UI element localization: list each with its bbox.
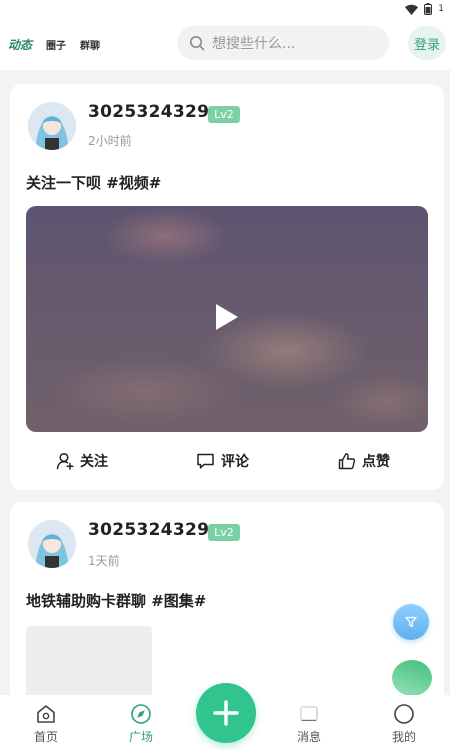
comment-button[interactable]: 评论 xyxy=(196,451,249,471)
post-card[interactable]: 3025324329 Lv2 2小时前 关注一下呗 #视频# 关注 评论 点赞 xyxy=(10,84,444,490)
like-button[interactable]: 点赞 xyxy=(338,451,390,471)
tab-qunliao[interactable]: 群聊 xyxy=(80,37,100,52)
like-label: 点赞 xyxy=(362,454,390,470)
avatar[interactable] xyxy=(28,520,76,568)
plus-icon xyxy=(213,700,239,726)
post-image[interactable] xyxy=(26,626,152,706)
avatar[interactable] xyxy=(28,102,76,150)
feed-tabs: 动态 圈子 群聊 xyxy=(0,36,168,53)
nav-profile[interactable]: 我的 xyxy=(374,703,434,745)
floating-shortcut[interactable] xyxy=(392,660,432,696)
nav-profile-label: 我的 xyxy=(391,730,416,744)
nav-messages-label: 消息 xyxy=(296,730,321,744)
create-post-button[interactable] xyxy=(196,683,256,743)
battery-text: 1 xyxy=(438,4,444,14)
post-text[interactable]: 关注一下呗 #视频# xyxy=(26,172,161,193)
play-icon[interactable] xyxy=(214,302,240,332)
video-player[interactable] xyxy=(26,206,428,432)
level-badge: Lv2 xyxy=(208,524,240,541)
wifi-icon xyxy=(405,4,419,15)
compass-icon xyxy=(131,704,151,724)
nav-home[interactable]: 首页 xyxy=(16,703,76,745)
tab-quanzi[interactable]: 圈子 xyxy=(46,37,66,52)
filter-button[interactable] xyxy=(393,604,429,640)
follow-label: 关注 xyxy=(80,454,108,470)
post-actions: 关注 评论 点赞 xyxy=(10,446,444,476)
home-icon xyxy=(37,705,55,723)
nav-messages[interactable]: 消息 xyxy=(279,703,339,745)
post-time: 2小时前 xyxy=(88,134,132,148)
comment-icon xyxy=(197,453,214,469)
profile-icon xyxy=(394,704,414,724)
comment-label: 评论 xyxy=(221,454,249,470)
login-button[interactable]: 登录 xyxy=(408,26,446,60)
username[interactable]: 3025324329 xyxy=(88,520,209,540)
nav-home-label: 首页 xyxy=(33,730,58,744)
thumbs-up-icon xyxy=(338,453,356,470)
status-bar: 1 xyxy=(0,0,450,18)
search-placeholder: 想搜些什么... xyxy=(212,36,296,52)
top-header: 动态 圈子 群聊 想搜些什么... 登录 xyxy=(0,18,450,70)
nav-square[interactable]: 广场 xyxy=(111,703,171,745)
tab-dongtai[interactable]: 动态 xyxy=(8,36,32,53)
post-text[interactable]: 地铁辅助购卡群聊 #图集# xyxy=(26,590,206,611)
message-icon xyxy=(300,706,318,721)
battery-icon xyxy=(424,3,433,15)
post-time: 1天前 xyxy=(88,554,120,568)
nav-square-label: 广场 xyxy=(128,730,153,744)
user-plus-icon xyxy=(56,452,74,470)
follow-button[interactable]: 关注 xyxy=(56,451,108,471)
username[interactable]: 3025324329 xyxy=(88,102,209,122)
level-badge: Lv2 xyxy=(208,106,240,123)
search-input[interactable]: 想搜些什么... xyxy=(177,26,389,60)
filter-icon xyxy=(405,616,417,628)
search-icon xyxy=(190,36,205,51)
